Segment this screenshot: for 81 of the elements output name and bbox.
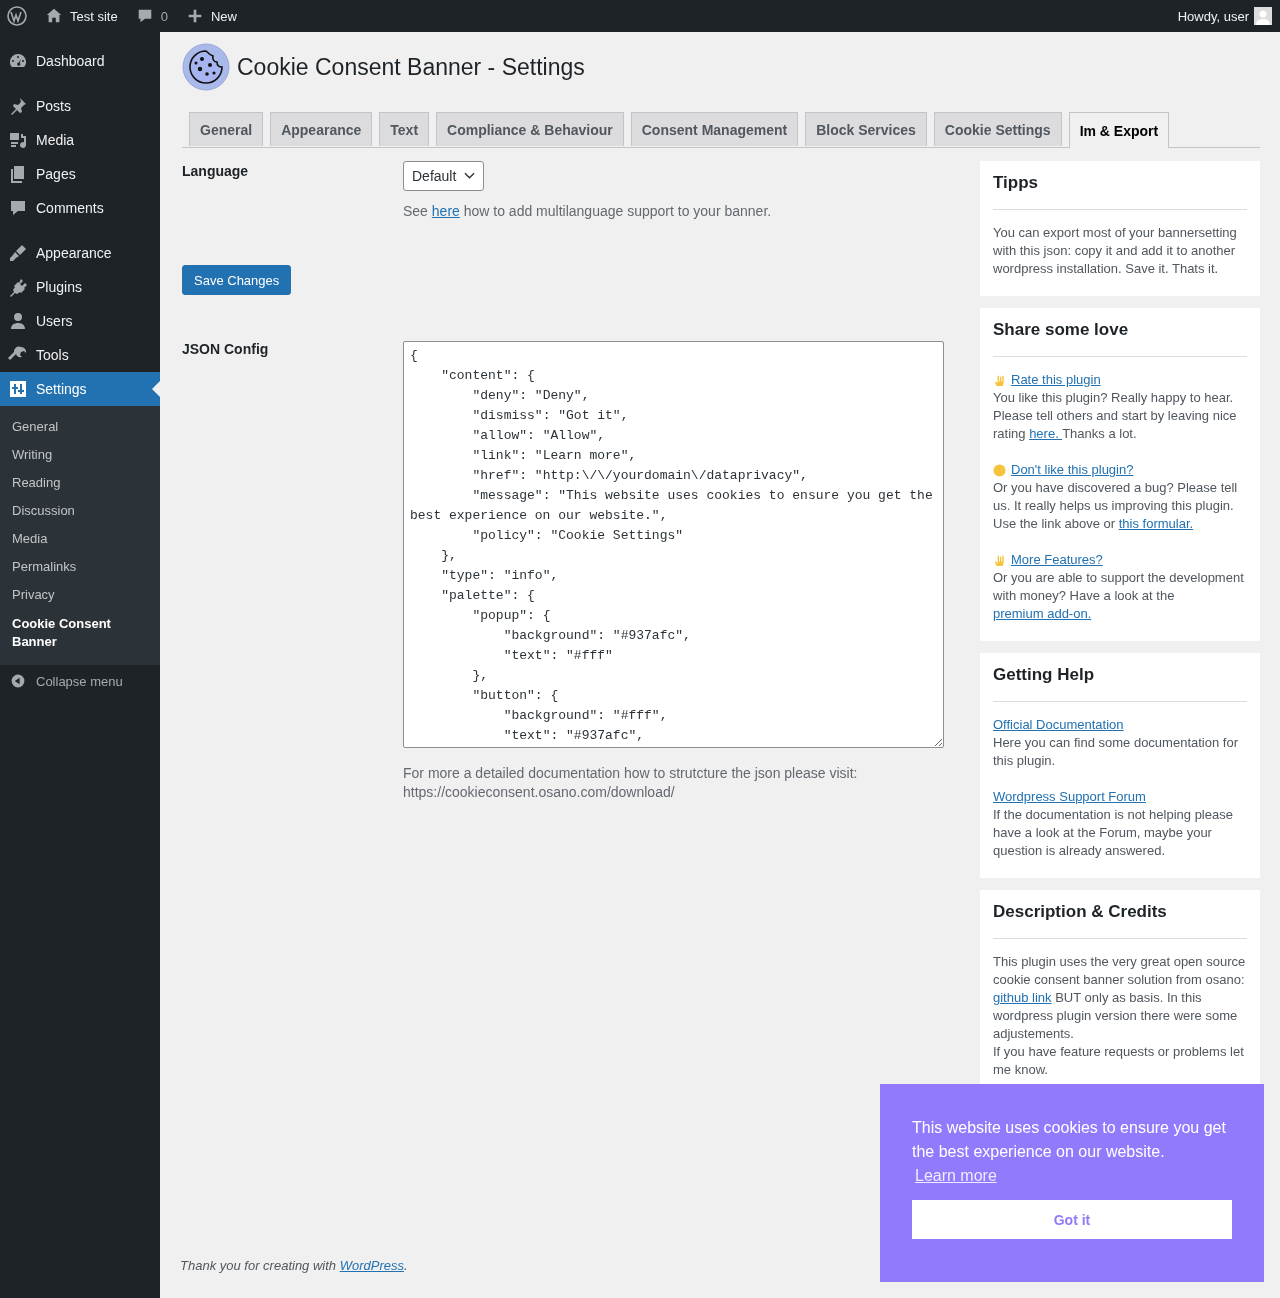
field-label: Language bbox=[182, 162, 250, 181]
wordpress-logo-icon[interactable] bbox=[7, 6, 27, 26]
card-text: You like this plugin? Really happy to hear. Please tell others and start by leaving nice rating here. Thanks a lot. bbox=[993, 389, 1238, 443]
inline-link[interactable]: this formular. bbox=[1118, 516, 1194, 531]
submenu-item[interactable]: Discussion bbox=[0, 497, 160, 525]
tab[interactable]: General bbox=[189, 112, 264, 146]
card-text: Or you are able to support the development with money? Have a look at the premium add-on. bbox=[993, 569, 1245, 623]
menu-item[interactable]: Appearance bbox=[0, 236, 160, 270]
card-link[interactable]: More Features? bbox=[1011, 551, 1103, 569]
card-link[interactable]: Rate this plugin bbox=[1011, 371, 1101, 389]
card-title: Share some love bbox=[993, 320, 1130, 340]
card-link[interactable]: Don't like this plugin? bbox=[1011, 461, 1134, 479]
card-title: Description & Credits bbox=[993, 902, 1168, 922]
footer-text: Thank you for creating with WordPress. bbox=[180, 1258, 408, 1273]
cookie-logo-icon bbox=[182, 43, 230, 91]
tab[interactable]: Im & Export bbox=[1068, 112, 1170, 148]
tab[interactable]: Consent Management bbox=[630, 112, 799, 146]
account-link[interactable]: Howdy, user bbox=[1177, 7, 1272, 25]
comment-count: 0 bbox=[160, 8, 168, 24]
help-text: For more a detailed documentation how to strutcture the json please visit: https://cookieconsent.osano.com/download/ bbox=[403, 764, 859, 802]
card-link[interactable]: Wordpress Support Forum bbox=[993, 788, 1146, 806]
new-link[interactable]: New bbox=[185, 7, 237, 25]
menu-item[interactable]: Settings bbox=[0, 372, 160, 406]
tab[interactable]: Appearance bbox=[270, 112, 373, 146]
submenu-item[interactable]: General bbox=[0, 413, 160, 441]
hand-icon bbox=[993, 373, 1006, 387]
inline-link[interactable]: github link bbox=[993, 990, 1052, 1005]
chevron-icon bbox=[464, 172, 476, 180]
submenu-item[interactable]: Privacy bbox=[0, 581, 160, 609]
comment-icon bbox=[8, 198, 28, 218]
submenu-item[interactable]: Media bbox=[0, 525, 160, 553]
home-icon bbox=[45, 7, 63, 25]
inline-link[interactable]: here. bbox=[1029, 426, 1063, 441]
menu-item[interactable]: Posts bbox=[0, 89, 160, 123]
help-text: See here how to add multilanguage support to your banner. bbox=[403, 202, 772, 221]
site-name: Test site bbox=[70, 8, 118, 24]
sliders-icon bbox=[8, 379, 28, 399]
submenu-item[interactable]: Reading bbox=[0, 469, 160, 497]
menu-item[interactable]: Pages bbox=[0, 157, 160, 191]
card-text: Or you have discovered a bug? Please tell us. It really helps us improving this plugin. Use the link above or this formular. bbox=[993, 479, 1239, 533]
card-text: This plugin uses the very great open source cookie consent banner solution from osano: github link BUT only as basis. In this wordpress plugin version there were some adjustements. If you have feature requests or problems let me know. bbox=[993, 953, 1247, 1079]
menu-item[interactable]: Media bbox=[0, 123, 160, 157]
wordpress-link[interactable]: WordPress bbox=[339, 1258, 404, 1273]
comments-link[interactable]: 0 bbox=[135, 7, 168, 25]
save-changes-button[interactable]: Save Changes bbox=[182, 265, 292, 295]
tab[interactable]: Text bbox=[379, 112, 430, 146]
page-title: Cookie Consent Banner - Settings bbox=[237, 53, 585, 81]
card-link[interactable]: Official Documentation bbox=[993, 716, 1124, 734]
card-text: You can export most of your bannersetting with this json: copy it and add it to another wordpress installation. Save it. Thats it. bbox=[993, 224, 1238, 278]
collapse-menu-button[interactable]: Collapse menu bbox=[0, 665, 160, 697]
submenu-item[interactable]: Writing bbox=[0, 441, 160, 469]
inline-link[interactable]: premium add-on. bbox=[993, 606, 1092, 621]
menu-item[interactable]: Comments bbox=[0, 191, 160, 225]
card-text: Here you can find some documentation for this plugin. bbox=[993, 734, 1239, 770]
card-text: If the documentation is not helping please have a look at the Forum, maybe your question is already answered. bbox=[993, 806, 1234, 860]
greeting: Howdy, user bbox=[1177, 8, 1249, 24]
help-link[interactable]: here bbox=[431, 203, 460, 219]
field-label: JSON Config bbox=[182, 341, 270, 359]
tab[interactable]: Cookie Settings bbox=[933, 112, 1062, 146]
submenu-item[interactable]: Permalinks bbox=[0, 553, 160, 581]
plug-icon bbox=[8, 277, 28, 297]
tab[interactable]: Compliance & Behaviour bbox=[436, 112, 624, 146]
hand-icon bbox=[993, 553, 1006, 567]
brush-icon bbox=[8, 243, 28, 263]
language-select[interactable]: Default bbox=[403, 161, 485, 191]
new-label: New bbox=[210, 8, 237, 24]
menu-item[interactable]: Users bbox=[0, 304, 160, 338]
collapse-icon bbox=[10, 673, 26, 689]
card-title: Getting Help bbox=[993, 665, 1096, 685]
avatar-icon bbox=[1254, 7, 1272, 25]
user-icon bbox=[8, 311, 28, 331]
submenu-item[interactable]: Cookie Consent Banner bbox=[0, 609, 160, 657]
menu-item[interactable]: Dashboard bbox=[0, 44, 160, 78]
json-config-field[interactable]: { "content": { "deny": "Deny", "dismiss": "Got it", "allow": "Allow", "link": "Learn more", "href": "http:\/\/yourdomain\/dataprivacy", "message": "This website uses cookies to ensure you get the best experience on our website.", "policy": "Cookie Settings" }, "type": "info", "palette": { "popup": { "background": "#937afc", "text": "#fff" }, "button": { "background": "#fff", "text": "#937afc", bbox=[403, 341, 944, 748]
media-icon bbox=[8, 130, 28, 150]
site-link[interactable]: Test site bbox=[45, 7, 118, 25]
menu-item[interactable]: Plugins bbox=[0, 270, 160, 304]
card-title: Tipps bbox=[993, 173, 1040, 193]
tab[interactable]: Block Services bbox=[805, 112, 927, 146]
menu-item[interactable]: Tools bbox=[0, 338, 160, 372]
cookie-message: This website uses cookies to ensure you get the best experience on our website. bbox=[912, 1118, 1227, 1162]
